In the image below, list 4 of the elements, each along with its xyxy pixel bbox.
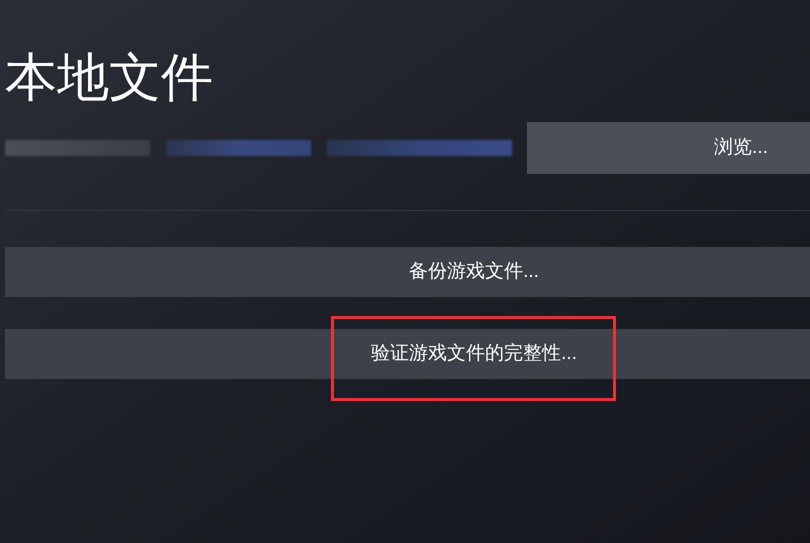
page-title: 本地文件 — [4, 48, 213, 109]
action-button[interactable]: 备份游戏文件... — [5, 247, 810, 297]
action-button[interactable]: 验证游戏文件的完整性... — [5, 329, 810, 379]
browse-button[interactable]: 浏览... — [527, 122, 810, 174]
